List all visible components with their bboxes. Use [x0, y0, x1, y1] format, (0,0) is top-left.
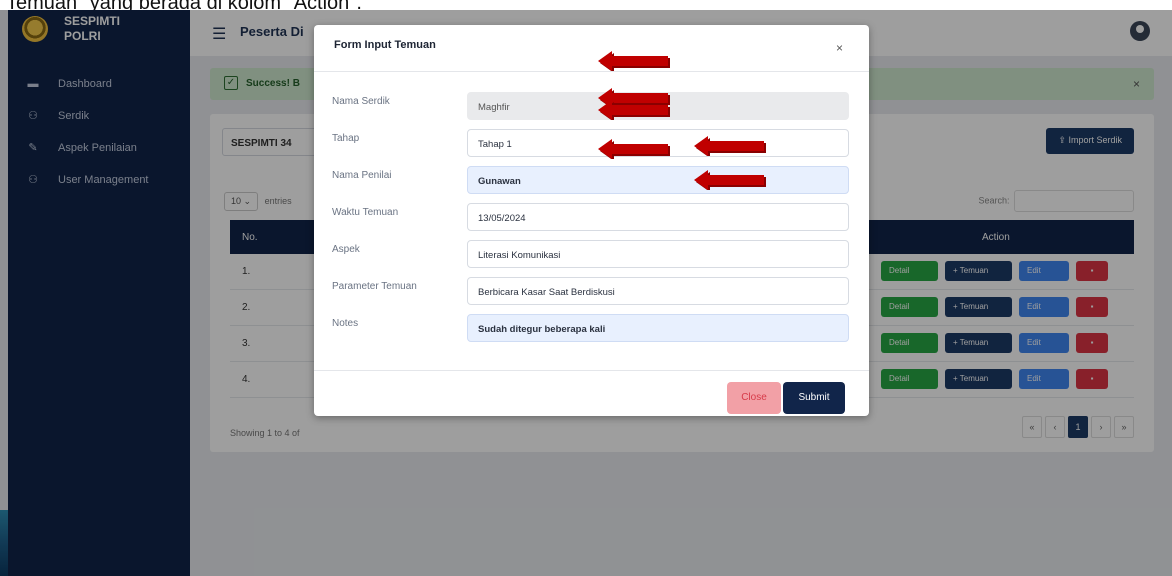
close-icon[interactable]: ×: [836, 41, 843, 55]
red-arrow-icon: [598, 51, 670, 71]
waktu-temuan-input[interactable]: 13/05/2024: [467, 203, 849, 231]
modal-footer-divider: [314, 370, 869, 371]
red-arrow-icon: [694, 136, 766, 156]
form-input-temuan-modal: Form Input Temuan × Nama Serdik Maghfir …: [314, 25, 869, 416]
field-label: Notes: [332, 318, 359, 329]
field-notes: Notes Sudah ditegur beberapa kali: [314, 314, 869, 342]
screenshot-frame: Temuan" yang berada di kolom "Action". S…: [0, 0, 1172, 576]
field-label: Parameter Temuan: [332, 281, 417, 292]
submit-button[interactable]: Submit: [783, 382, 845, 414]
red-arrow-icon: [598, 100, 670, 120]
modal-title: Form Input Temuan: [334, 39, 436, 51]
field-aspek: Aspek Literasi Komunikasi: [314, 240, 869, 268]
field-tahap: Tahap Tahap 1: [314, 129, 869, 157]
field-parameter-temuan: Parameter Temuan Berbicara Kasar Saat Be…: [314, 277, 869, 305]
red-arrow-icon: [694, 170, 766, 190]
notes-input[interactable]: Sudah ditegur beberapa kali: [467, 314, 849, 342]
app-window: SESPIMTI POLRI ▬ Dashboard ⚇ Serdik ✎ As…: [0, 10, 1172, 576]
aspek-select[interactable]: Literasi Komunikasi: [467, 240, 849, 268]
field-nama-serdik: Nama Serdik Maghfir: [314, 92, 869, 120]
field-label: Nama Penilai: [332, 170, 392, 181]
nama-penilai-input[interactable]: Gunawan: [467, 166, 849, 194]
close-button[interactable]: Close: [727, 382, 781, 414]
field-label: Nama Serdik: [332, 96, 390, 107]
field-label: Waktu Temuan: [332, 207, 399, 218]
parameter-temuan-select[interactable]: Berbicara Kasar Saat Berdiskusi: [467, 277, 849, 305]
field-label: Tahap: [332, 133, 360, 144]
modal-header-divider: [314, 71, 869, 72]
field-waktu-temuan: Waktu Temuan 13/05/2024: [314, 203, 869, 231]
field-nama-penilai: Nama Penilai Gunawan: [314, 166, 869, 194]
field-label: Aspek: [332, 244, 360, 255]
red-arrow-icon: [598, 139, 670, 159]
